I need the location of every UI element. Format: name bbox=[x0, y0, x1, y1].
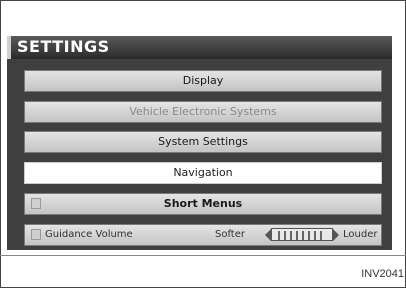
guidance-volume-label: Guidance Volume bbox=[45, 229, 133, 240]
volume-tick bbox=[296, 231, 298, 240]
softer-label: Softer bbox=[215, 229, 245, 240]
settings-screen: SETTINGS Display Vehicle Electronic Syst… bbox=[7, 36, 392, 250]
volume-tick bbox=[314, 231, 316, 240]
figure-code: INV2041 bbox=[361, 268, 404, 280]
screen-title: SETTINGS bbox=[17, 37, 110, 56]
vehicle-electronic-systems-button[interactable]: Vehicle Electronic Systems bbox=[24, 101, 382, 123]
short-menus-label: Short Menus bbox=[163, 197, 243, 210]
caption-divider bbox=[0, 255, 406, 256]
system-settings-label: System Settings bbox=[158, 135, 248, 148]
guidance-volume-checkbox[interactable] bbox=[31, 229, 41, 240]
display-label: Display bbox=[182, 74, 224, 87]
display-button[interactable]: Display bbox=[24, 70, 382, 92]
volume-tick bbox=[290, 231, 292, 240]
guidance-volume-row[interactable]: Guidance Volume Softer Louder bbox=[24, 224, 382, 246]
volume-tick bbox=[278, 231, 280, 240]
volume-tick bbox=[284, 231, 286, 240]
short-menus-button[interactable]: Short Menus bbox=[24, 193, 382, 215]
volume-slider[interactable] bbox=[265, 227, 339, 243]
louder-label: Louder bbox=[343, 229, 378, 240]
volume-track[interactable] bbox=[271, 228, 333, 241]
vehicle-electronic-systems-label: Vehicle Electronic Systems bbox=[129, 105, 277, 118]
system-settings-button[interactable]: System Settings bbox=[24, 131, 382, 153]
navigation-label: Navigation bbox=[173, 166, 233, 179]
increase-arrow-icon[interactable] bbox=[333, 229, 339, 241]
short-menus-checkbox[interactable] bbox=[31, 198, 41, 209]
volume-tick bbox=[308, 231, 310, 240]
volume-tick bbox=[320, 231, 322, 240]
navigation-button[interactable]: Navigation bbox=[24, 162, 382, 184]
volume-tick bbox=[302, 231, 304, 240]
title-bar: SETTINGS bbox=[7, 36, 392, 59]
